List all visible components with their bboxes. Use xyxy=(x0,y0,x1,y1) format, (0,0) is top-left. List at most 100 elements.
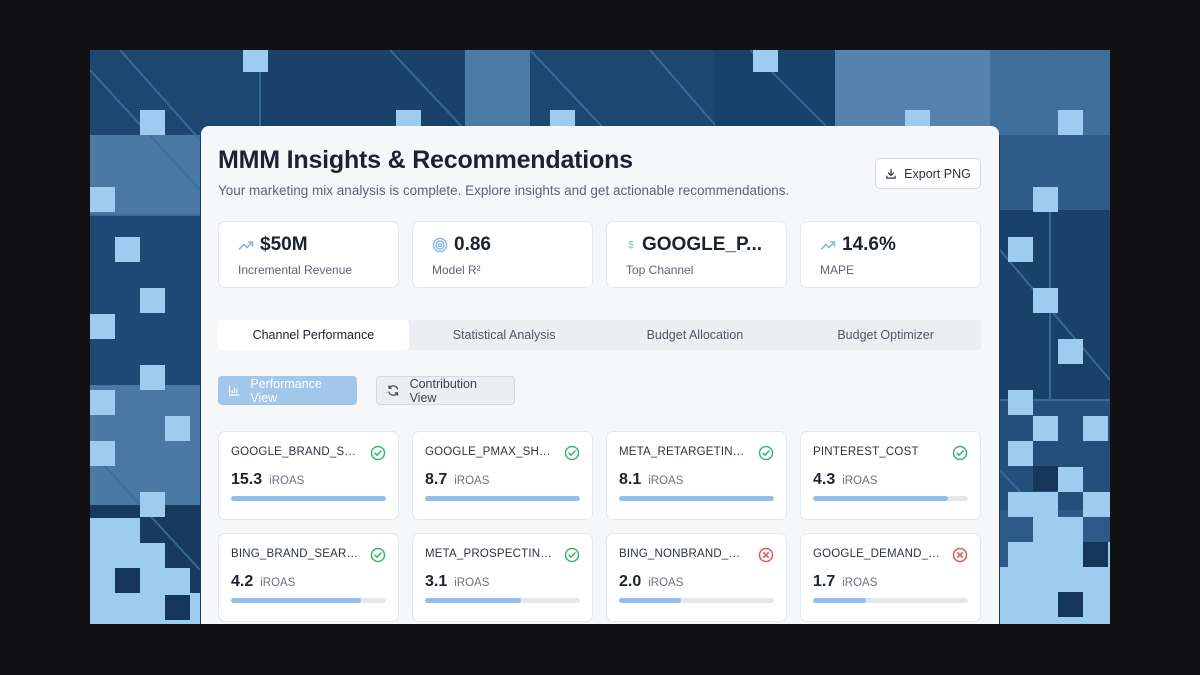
channel-progress-bar xyxy=(425,598,580,603)
channel-card[interactable]: PINTEREST_COST 4.3 iROAS xyxy=(800,431,981,520)
channel-name: GOOGLE_BRAND_SEAR... xyxy=(231,446,359,458)
kpi-value: 14.6% xyxy=(842,234,896,255)
channel-progress-fill xyxy=(813,598,866,603)
channel-progress-fill xyxy=(425,496,580,501)
page-subtitle: Your marketing mix analysis is complete.… xyxy=(218,183,790,198)
kpi-value: 0.86 xyxy=(454,234,491,255)
kpi-card-mape: 14.6% MAPE xyxy=(800,221,981,288)
channel-card[interactable]: GOOGLE_BRAND_SEAR... 15.3 iROAS xyxy=(218,431,399,520)
channel-iroas-unit: iROAS xyxy=(269,475,305,487)
channel-metric: 8.7 iROAS xyxy=(425,471,580,489)
channel-iroas-value: 4.3 xyxy=(813,471,836,488)
channel-iroas-value: 15.3 xyxy=(231,471,263,488)
check-circle-icon xyxy=(564,547,580,563)
channel-iroas-value: 4.2 xyxy=(231,573,254,590)
channel-progress-bar xyxy=(619,496,774,501)
channel-metric: 3.1 iROAS xyxy=(425,573,580,591)
channel-name: GOOGLE_DEMAND_GE... xyxy=(813,548,941,560)
screenshot-frame: MMM Insights & Recommendations Your mark… xyxy=(90,50,1110,624)
x-circle-icon xyxy=(952,547,968,563)
kpi-label: Incremental Revenue xyxy=(238,263,353,277)
channel-iroas-unit: iROAS xyxy=(454,577,490,589)
channel-progress-bar xyxy=(619,598,774,603)
check-circle-icon xyxy=(370,547,386,563)
check-circle-icon xyxy=(952,445,968,461)
channel-iroas-unit: iROAS xyxy=(648,475,684,487)
channel-progress-fill xyxy=(619,598,681,603)
channel-card[interactable]: GOOGLE_DEMAND_GE... 1.7 iROAS xyxy=(800,533,981,622)
channel-metric: 4.2 iROAS xyxy=(231,573,386,591)
tab-budget-optimizer[interactable]: Budget Optimizer xyxy=(790,320,981,350)
channel-progress-fill xyxy=(425,598,522,603)
channel-progress-bar xyxy=(231,496,386,501)
insights-panel: MMM Insights & Recommendations Your mark… xyxy=(201,126,999,624)
channel-iroas-value: 8.7 xyxy=(425,471,448,488)
channel-iroas-value: 8.1 xyxy=(619,471,642,488)
trending-up-icon xyxy=(238,237,254,253)
channel-progress-bar xyxy=(813,496,968,501)
channel-iroas-unit: iROAS xyxy=(842,475,878,487)
channel-name: BING_BRAND_SEARCH_... xyxy=(231,548,359,560)
channel-progress-fill xyxy=(231,598,362,603)
channel-card[interactable]: GOOGLE_PMAX_SHOPPI... 8.7 iROAS xyxy=(412,431,593,520)
bar-chart-icon xyxy=(228,385,240,396)
view-toggle: Performance View Contribution View xyxy=(218,376,981,405)
kpi-card-incremental-revenue: $50M Incremental Revenue xyxy=(218,221,399,288)
channel-metric: 1.7 iROAS xyxy=(813,573,968,591)
channel-iroas-unit: iROAS xyxy=(648,577,684,589)
kpi-label: Top Channel xyxy=(626,263,694,277)
check-circle-icon xyxy=(758,445,774,461)
channel-card[interactable]: BING_NONBRAND_PMA... 2.0 iROAS xyxy=(606,533,787,622)
channel-metric: 4.3 iROAS xyxy=(813,471,968,489)
channel-card[interactable]: BING_BRAND_SEARCH_... 4.2 iROAS xyxy=(218,533,399,622)
target-icon xyxy=(432,237,448,253)
page-title: MMM Insights & Recommendations xyxy=(218,146,633,174)
channel-progress-fill xyxy=(231,496,386,501)
channel-progress-bar xyxy=(231,598,386,603)
export-png-button[interactable]: Export PNG xyxy=(875,158,981,189)
channel-name: PINTEREST_COST xyxy=(813,446,919,458)
export-png-label: Export PNG xyxy=(904,166,971,181)
tab-bar: Channel Performance Statistical Analysis… xyxy=(218,320,981,350)
x-circle-icon xyxy=(758,547,774,563)
channel-name: META_RETARGETING_C... xyxy=(619,446,747,458)
kpi-value: GOOGLE_P... xyxy=(642,234,763,255)
refresh-icon xyxy=(388,385,399,396)
channel-iroas-value: 2.0 xyxy=(619,573,642,590)
contribution-view-button[interactable]: Contribution View xyxy=(376,376,515,405)
channel-progress-fill xyxy=(813,496,948,501)
channel-metric: 15.3 iROAS xyxy=(231,471,386,489)
channel-iroas-unit: iROAS xyxy=(842,577,878,589)
channel-name: META_PROSPECTING_C... xyxy=(425,548,553,560)
channel-name: BING_NONBRAND_PMA... xyxy=(619,548,747,560)
kpi-value: $50M xyxy=(260,234,308,255)
performance-view-button[interactable]: Performance View xyxy=(218,376,357,405)
channel-iroas-value: 3.1 xyxy=(425,573,448,590)
kpi-card-model-r2: 0.86 Model R² xyxy=(412,221,593,288)
channel-metric: 8.1 iROAS xyxy=(619,471,774,489)
channel-card[interactable]: META_RETARGETING_C... 8.1 iROAS xyxy=(606,431,787,520)
channel-progress-bar xyxy=(813,598,968,603)
tab-statistical-analysis[interactable]: Statistical Analysis xyxy=(409,320,600,350)
tab-channel-performance[interactable]: Channel Performance xyxy=(218,320,409,350)
channel-grid: GOOGLE_BRAND_SEAR...15.3iROASGOOGLE_PMAX… xyxy=(218,431,981,622)
channel-name: GOOGLE_PMAX_SHOPPI... xyxy=(425,446,553,458)
download-icon xyxy=(886,168,896,179)
check-circle-icon xyxy=(370,445,386,461)
channel-iroas-value: 1.7 xyxy=(813,573,836,590)
channel-progress-fill xyxy=(619,496,774,501)
tab-budget-allocation[interactable]: Budget Allocation xyxy=(600,320,791,350)
kpi-card-top-channel: $ GOOGLE_P... Top Channel xyxy=(606,221,787,288)
channel-iroas-unit: iROAS xyxy=(260,577,296,589)
panel-header: MMM Insights & Recommendations Your mark… xyxy=(218,126,981,221)
kpi-label: Model R² xyxy=(432,263,481,277)
contribution-view-label: Contribution View xyxy=(409,376,477,405)
check-circle-icon xyxy=(564,445,580,461)
channel-iroas-unit: iROAS xyxy=(454,475,490,487)
channel-card[interactable]: META_PROSPECTING_C... 3.1 iROAS xyxy=(412,533,593,622)
kpi-label: MAPE xyxy=(820,263,855,277)
channel-metric: 2.0 iROAS xyxy=(619,573,774,591)
trending-up-icon xyxy=(820,237,836,253)
performance-view-label: Performance View xyxy=(250,376,322,405)
channel-progress-bar xyxy=(425,496,580,501)
